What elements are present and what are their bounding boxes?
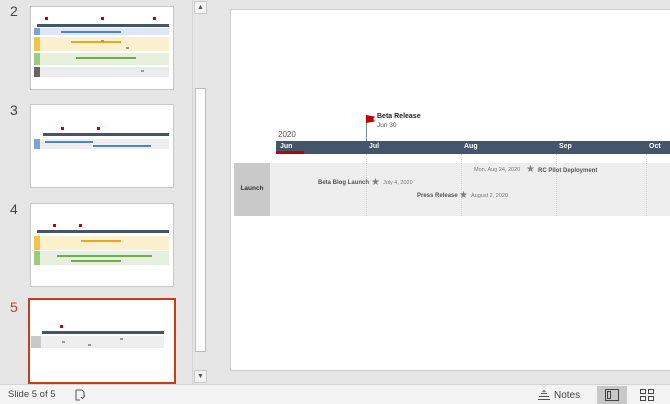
normal-view-button[interactable] <box>597 386 627 404</box>
milestone-name: Beta Blog Launch <box>318 180 370 186</box>
mini-timescale <box>42 331 164 334</box>
thumbnail-number-2: 2 <box>10 3 18 19</box>
normal-view-icon <box>605 389 619 401</box>
month-gridline <box>556 154 557 216</box>
mini-task <box>61 31 121 33</box>
mini-lane-label <box>34 139 40 149</box>
notes-label: Notes <box>554 389 581 401</box>
mini-row <box>37 236 169 250</box>
today-marker <box>276 151 304 154</box>
thumbnail-number-4: 4 <box>10 201 18 217</box>
swimlane-label: Launch <box>240 185 264 192</box>
star-icon: ★ <box>459 190 468 201</box>
accessibility-checker-icon[interactable] <box>74 389 86 401</box>
mini-row <box>37 67 169 77</box>
mini-timescale <box>43 133 169 136</box>
slide-sorter-icon <box>640 389 654 401</box>
thumbnail-number-3: 3 <box>10 102 18 118</box>
mini-timescale <box>37 24 169 27</box>
mini-milestone <box>120 338 123 340</box>
chevron-down-icon: ▼ <box>197 373 204 380</box>
month-label: Sep <box>559 143 572 150</box>
scroll-thumb[interactable] <box>195 88 206 352</box>
month-gridline <box>461 154 462 216</box>
slide-thumbnail-3[interactable] <box>30 104 174 188</box>
mini-task <box>93 145 151 147</box>
month-label: Jun <box>280 143 293 150</box>
chevron-up-icon: ▲ <box>197 4 204 11</box>
milestone-date: July 4, 2020 <box>383 180 413 186</box>
mini-milestone <box>141 70 144 72</box>
mini-task <box>45 141 93 143</box>
mini-flag <box>45 17 48 20</box>
thumbnail-scrollbar[interactable]: ▲ ▼ <box>192 0 207 384</box>
mini-lane-label <box>31 336 41 348</box>
slide-thumbnail-pane: 2 3 4 5 <box>0 0 191 384</box>
milestone-name: Press Release <box>417 193 458 199</box>
mini-lane-label <box>34 53 40 65</box>
month-gridline <box>646 154 647 216</box>
mini-task <box>81 240 121 242</box>
mini-row <box>31 336 164 348</box>
mini-milestone <box>88 344 91 346</box>
slide-thumbnail-2[interactable] <box>30 6 174 90</box>
month-label: Jul <box>369 143 380 150</box>
mini-lane-label <box>34 28 40 35</box>
mini-flag <box>60 325 63 328</box>
flag-milestone-title: Beta Release <box>377 113 421 120</box>
mini-timescale <box>37 230 169 233</box>
mini-task <box>76 57 136 59</box>
mini-flag <box>79 224 82 227</box>
slide-thumbnail-4[interactable] <box>30 203 174 287</box>
status-bar: Slide 5 of 5 Notes <box>0 384 670 404</box>
slide-indicator[interactable]: Slide 5 of 5 <box>8 389 56 400</box>
milestone-date: August 2, 2020 <box>471 193 509 199</box>
mini-milestone <box>101 40 104 42</box>
scroll-up-button[interactable]: ▲ <box>194 1 207 14</box>
mini-lane-label <box>34 67 40 77</box>
slide-canvas[interactable]: 2020 Beta Release Jun 30 Jun Jul Aug Sep… <box>230 9 670 371</box>
mini-flag <box>101 17 104 20</box>
month-label: Oct <box>649 143 661 150</box>
mini-row <box>37 53 169 65</box>
slide-thumbnail-5[interactable] <box>28 298 176 384</box>
scroll-down-button[interactable]: ▼ <box>194 370 207 383</box>
flag-pole <box>366 120 367 141</box>
star-icon: ★ <box>526 164 535 175</box>
slide-editor: 2020 Beta Release Jun 30 Jun Jul Aug Sep… <box>209 0 670 384</box>
mini-flag <box>61 127 64 130</box>
notes-button[interactable]: Notes <box>533 386 585 404</box>
swimlane-row <box>234 163 670 216</box>
mini-lane-label <box>34 37 40 51</box>
notes-icon <box>538 390 550 400</box>
mini-row <box>37 251 169 265</box>
mini-flag <box>53 224 56 227</box>
milestone-name: RC Pilot Deployment <box>538 168 598 174</box>
milestone-date: Mon, Aug 24, 2020 <box>474 167 521 173</box>
thumbnail-number-5: 5 <box>10 299 18 315</box>
powerpoint-window: 2 3 4 5 ▲ ▼ 2020 Beta Release Jun 30 Jun… <box>0 0 670 404</box>
mini-lane-label <box>34 251 40 265</box>
mini-flag <box>153 17 156 20</box>
month-label: Aug <box>464 143 478 150</box>
mini-task <box>57 255 152 257</box>
mini-lane-label <box>34 236 40 250</box>
mini-flag <box>97 127 100 130</box>
mini-milestone <box>126 47 129 49</box>
star-icon: ★ <box>371 177 380 188</box>
timeline-year: 2020 <box>278 130 296 139</box>
mini-task <box>71 41 121 43</box>
mini-task <box>71 260 121 262</box>
mini-milestone <box>62 341 65 343</box>
slide-sorter-view-button[interactable] <box>632 386 662 404</box>
flag-icon <box>366 115 375 123</box>
flag-milestone-date: Jun 30 <box>377 122 397 129</box>
